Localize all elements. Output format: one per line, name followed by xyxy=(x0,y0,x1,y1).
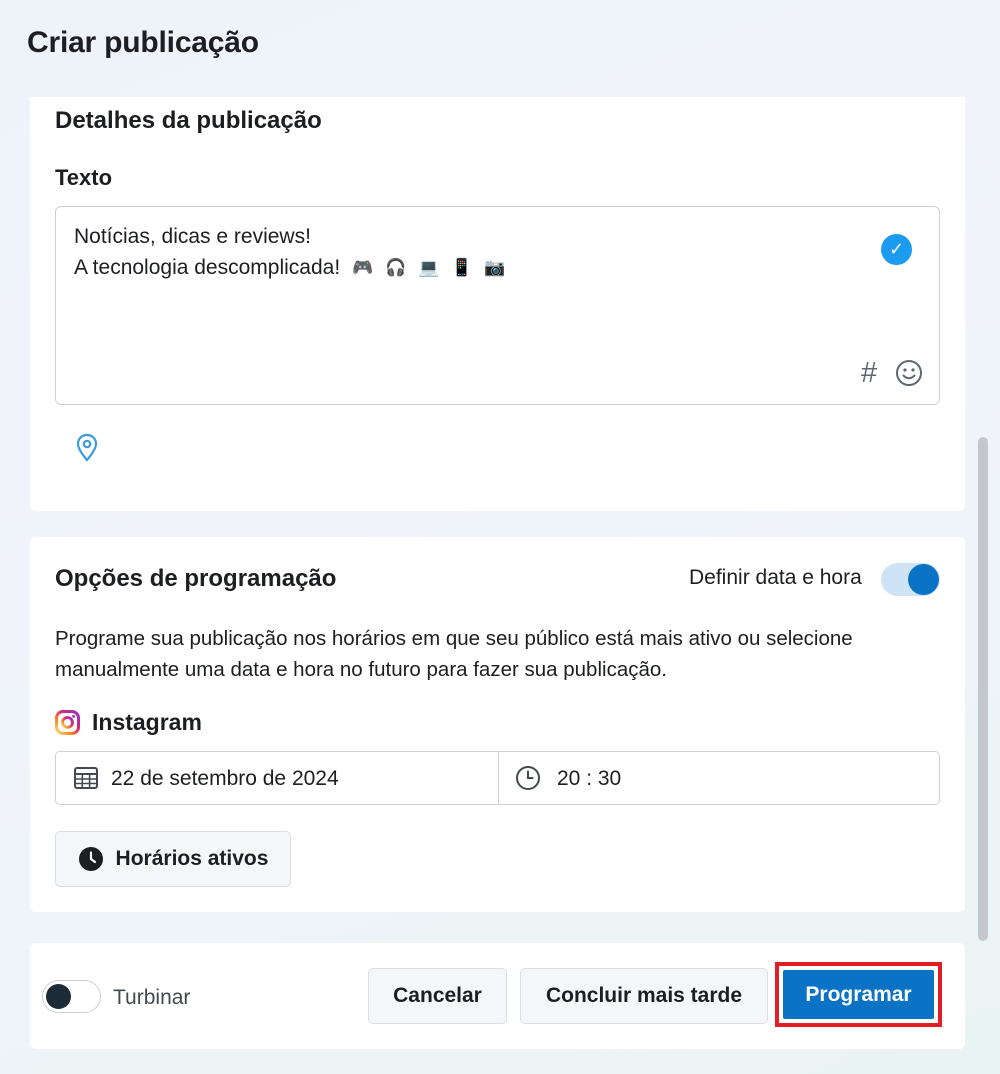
text-label: Texto xyxy=(55,165,113,190)
laptop-emoji: 💻 xyxy=(418,258,440,277)
active-times-label: Horários ativos xyxy=(115,847,269,870)
scheduling-title: Opções de programação xyxy=(55,565,337,592)
gamepad-emoji: 🎮 xyxy=(352,258,374,277)
boost-toggle[interactable] xyxy=(42,980,101,1013)
instagram-label: Instagram xyxy=(92,709,202,735)
date-value: 22 de setembro de 2024 xyxy=(111,767,339,790)
actions-footer: Turbinar Cancelar Concluir mais tarde Pr… xyxy=(30,943,965,1049)
set-date-time-toggle[interactable] xyxy=(881,563,940,596)
location-pin-icon[interactable] xyxy=(76,433,98,463)
highlight-box: Programar xyxy=(775,962,942,1027)
clock-filled-icon xyxy=(78,847,103,871)
scrollbar-thumb[interactable] xyxy=(978,437,988,941)
post-text-line-2: A tecnologia descomplicada! 🎮 🎧 💻 📱 📷 xyxy=(74,256,505,280)
set-date-time-label: Definir data e hora xyxy=(689,566,862,589)
details-title: Detalhes da publicação xyxy=(55,107,322,134)
camera-emoji: 📷 xyxy=(484,258,506,277)
clock-icon xyxy=(516,766,540,790)
boost-label: Turbinar xyxy=(113,986,191,1009)
date-time-picker: 22 de setembro de 2024 20 : 30 xyxy=(55,751,940,805)
instagram-icon xyxy=(55,710,80,735)
schedule-button[interactable]: Programar xyxy=(783,970,934,1019)
toggle-knob xyxy=(46,984,71,1009)
date-field[interactable]: 22 de setembro de 2024 xyxy=(56,752,499,804)
scheduling-description: Programe sua publicação nos horários em … xyxy=(55,627,853,681)
post-text-line-2-text: A tecnologia descomplicada! xyxy=(74,256,341,279)
emoji-icon[interactable] xyxy=(895,359,923,387)
hashtag-icon[interactable]: # xyxy=(861,357,877,390)
time-value: 20 : 30 xyxy=(557,767,622,790)
calendar-icon xyxy=(74,767,98,789)
check-circle-icon: ✓ xyxy=(881,234,912,265)
finish-later-button[interactable]: Concluir mais tarde xyxy=(520,968,768,1024)
time-field[interactable]: 20 : 30 xyxy=(498,752,939,804)
post-text-field[interactable]: Notícias, dicas e reviews! A tecnologia … xyxy=(55,206,940,405)
phone-emoji: 📱 xyxy=(451,258,473,277)
scheduling-options-card: Opções de programação Definir data e hor… xyxy=(30,537,965,912)
headphones-emoji: 🎧 xyxy=(385,258,407,277)
page-title: Criar publicação xyxy=(27,26,259,59)
active-times-button[interactable]: Horários ativos xyxy=(55,831,291,887)
post-text-line-1: Notícias, dicas e reviews! xyxy=(74,225,311,248)
cancel-button[interactable]: Cancelar xyxy=(368,968,507,1024)
toggle-knob xyxy=(908,564,939,595)
post-details-card: Detalhes da publicação Texto Notícias, d… xyxy=(30,97,965,511)
